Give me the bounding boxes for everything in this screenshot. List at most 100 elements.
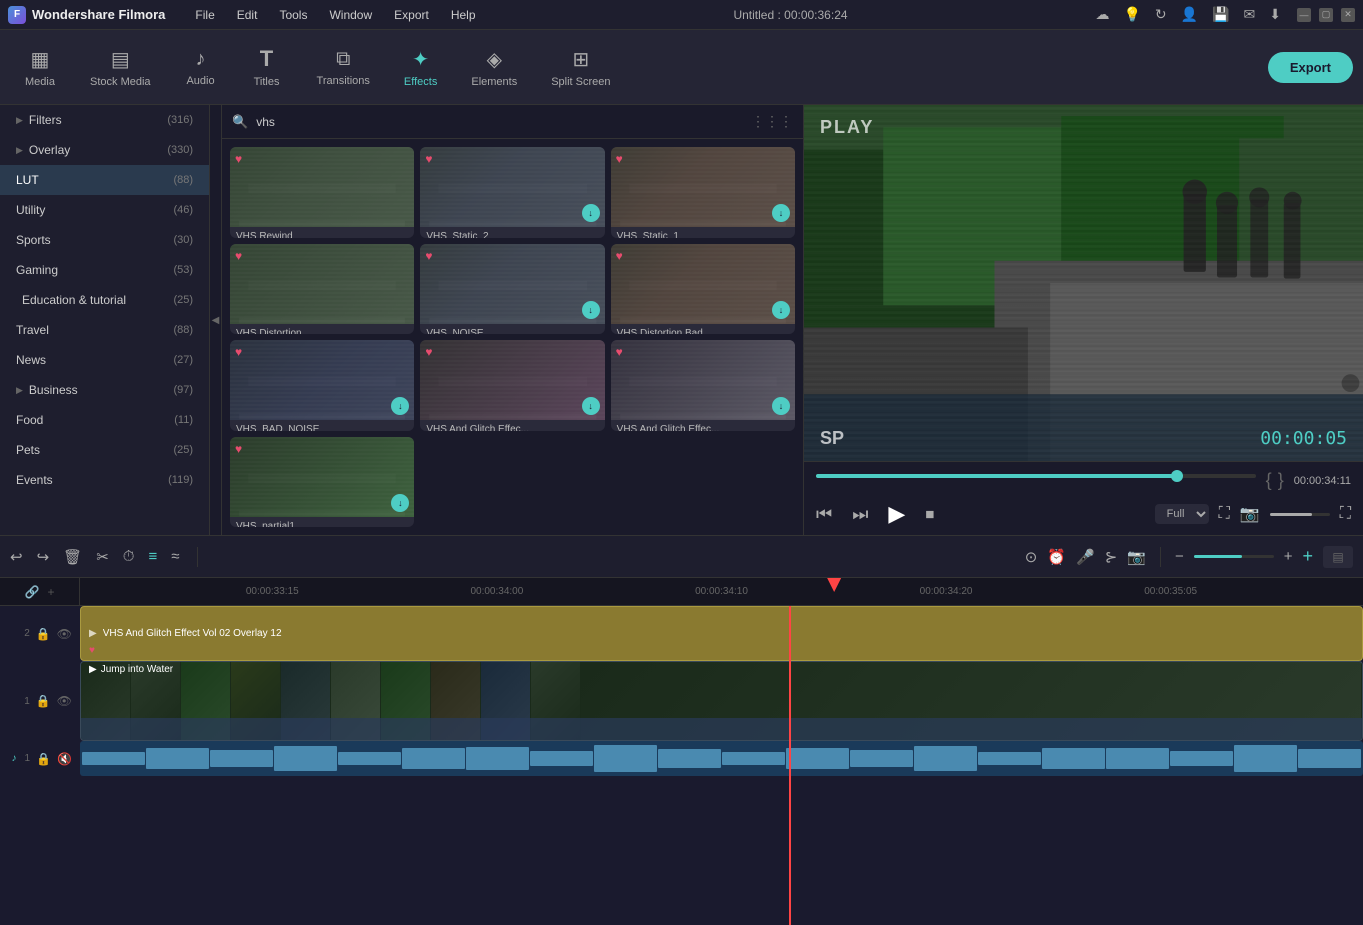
effect-vhs-glitch2[interactable]: ♥ ↓ VHS And Glitch Effec...	[611, 340, 795, 431]
overlay-clip[interactable]: ▶ VHS And Glitch Effect Vol 02 Overlay 1…	[80, 606, 1363, 661]
add-to-timeline-btn[interactable]: +	[47, 585, 54, 599]
maximize-button[interactable]: ▢	[1319, 8, 1333, 22]
link-tracks-btn[interactable]: 🔗	[25, 585, 40, 599]
add-track-button[interactable]: +	[1302, 546, 1313, 567]
download-icon-8[interactable]: ↓	[582, 397, 600, 415]
sidebar-item-events[interactable]: Events (119)	[0, 465, 209, 495]
minimize-button[interactable]: —	[1297, 8, 1311, 22]
download-icon[interactable]: ⬇	[1269, 6, 1281, 23]
effect-vhs-noise[interactable]: ♥ ↓ VHS_NOISE	[420, 244, 604, 335]
search-input[interactable]	[256, 115, 743, 129]
redo-button[interactable]: ↪	[37, 548, 50, 566]
download-icon-9[interactable]: ↓	[772, 397, 790, 415]
download-icon-5[interactable]: ↓	[582, 301, 600, 319]
sidebar-item-lut[interactable]: LUT (88)	[0, 165, 209, 195]
tool-transitions[interactable]: ⧉ Transitions	[303, 42, 384, 93]
download-icon-3[interactable]: ↓	[772, 204, 790, 222]
effect-vhs-static2[interactable]: ♥ ↓ VHS_Static_2	[420, 147, 604, 238]
sidebar-collapse-btn[interactable]: ◀	[210, 105, 222, 535]
zoom-slider[interactable]	[1194, 555, 1274, 558]
zoom-out-button[interactable]: −	[1175, 548, 1184, 565]
effect-vhs-glitch1[interactable]: ♥ ↓ VHS And Glitch Effec...	[420, 340, 604, 431]
sidebar-item-business[interactable]: ▶ Business (97)	[0, 375, 209, 405]
zoom-in-button[interactable]: +	[1284, 548, 1293, 565]
cut-button[interactable]: ✂	[96, 548, 109, 566]
tool-titles[interactable]: T Titles	[237, 40, 297, 94]
effect-vhs-static1[interactable]: ♥ ↓ VHS_Static_1	[611, 147, 795, 238]
sidebar-item-filters[interactable]: ▶ Filters (316)	[0, 105, 209, 135]
scene-detect-button[interactable]: ⊙	[1025, 548, 1038, 566]
track-1-lock[interactable]: 🔒	[36, 694, 51, 708]
sync-icon[interactable]: ↻	[1155, 6, 1167, 23]
marker-button[interactable]: ⊱	[1105, 548, 1118, 566]
download-icon-6[interactable]: ↓	[772, 301, 790, 319]
user-icon[interactable]: 👤	[1181, 6, 1198, 23]
sidebar-item-news[interactable]: News (27)	[0, 345, 209, 375]
tool-effects[interactable]: ✦ Effects	[390, 41, 451, 94]
audio-mute[interactable]: 🔇	[57, 752, 72, 766]
stop-button[interactable]: ⏹	[925, 504, 934, 525]
delete-button[interactable]: 🗑	[63, 548, 82, 566]
track-2-visibility[interactable]: 👁	[57, 627, 72, 641]
menu-tools[interactable]: Tools	[269, 4, 317, 26]
sidebar-item-gaming[interactable]: Gaming (53)	[0, 255, 209, 285]
effect-vhs-distortion-bad[interactable]: ♥ ↓ VHS Distortion Bad	[611, 244, 795, 335]
voice-button[interactable]: 🎤	[1076, 548, 1095, 566]
tool-elements[interactable]: ◈ Elements	[457, 41, 531, 94]
silence-detect-button[interactable]: ⏰	[1047, 548, 1066, 566]
audio-lock[interactable]: 🔒	[36, 752, 51, 766]
play-button[interactable]: ▶	[888, 501, 905, 527]
sidebar-item-utility[interactable]: Utility (46)	[0, 195, 209, 225]
close-button[interactable]: ✕	[1341, 8, 1355, 22]
bulb-icon[interactable]: 💡	[1123, 6, 1140, 23]
step-back-button[interactable]: ⏭	[852, 504, 868, 525]
tool-audio[interactable]: ♪ Audio	[171, 42, 231, 93]
menu-edit[interactable]: Edit	[227, 4, 268, 26]
in-point-icon[interactable]: {	[1266, 470, 1272, 491]
menu-file[interactable]: File	[185, 4, 224, 26]
tool-split-screen[interactable]: ⊞ Split Screen	[537, 41, 624, 94]
video-clip[interactable]: ▶ Jump into Water	[80, 661, 1363, 741]
tool-stock-media[interactable]: ▤ Stock Media	[76, 41, 165, 94]
cloud-icon[interactable]: ☁	[1095, 6, 1109, 23]
track-panel-btn[interactable]: ▤	[1323, 546, 1353, 568]
snapshot-icon[interactable]: 📷	[1240, 504, 1260, 524]
progress-bar[interactable]	[816, 474, 1256, 478]
menu-export[interactable]: Export	[384, 4, 439, 26]
gaming-count: (53)	[173, 264, 193, 276]
sidebar-item-overlay[interactable]: ▶ Overlay (330)	[0, 135, 209, 165]
duration-button[interactable]: ⏱	[123, 548, 135, 565]
camera-button[interactable]: 📷	[1127, 548, 1146, 566]
track-2-lock[interactable]: 🔒	[36, 627, 51, 641]
effect-vhs-bad-noise[interactable]: ♥ ↓ VHS_BAD_NOISE	[230, 340, 414, 431]
quality-select[interactable]: Full	[1155, 504, 1209, 524]
volume-slider[interactable]	[1270, 513, 1330, 516]
audio-adjust-button[interactable]: ≡	[148, 548, 157, 565]
rewind-button[interactable]: ⏮	[816, 504, 832, 525]
waveform-button[interactable]: ≈	[171, 548, 179, 565]
undo-button[interactable]: ↩	[10, 548, 23, 566]
menu-help[interactable]: Help	[441, 4, 486, 26]
progress-handle[interactable]	[1171, 470, 1183, 482]
effect-vhs-distortion[interactable]: ♥ VHS Distortion	[230, 244, 414, 335]
download-icon-10[interactable]: ↓	[391, 494, 409, 512]
sidebar-item-education[interactable]: Education & tutorial (25)	[0, 285, 209, 315]
tool-media[interactable]: ▦ Media	[10, 41, 70, 94]
effect-vhs-rewind[interactable]: ♥ VHS Rewind	[230, 147, 414, 238]
mail-icon[interactable]: ✉	[1244, 6, 1256, 23]
track-1-visibility[interactable]: 👁	[57, 694, 72, 708]
export-button[interactable]: Export	[1268, 52, 1353, 83]
save-icon[interactable]: 💾	[1212, 6, 1229, 23]
audio-clip[interactable]	[80, 741, 1363, 776]
grid-view-icon[interactable]: ⋮⋮⋮	[751, 113, 793, 130]
effect-vhs-partial1[interactable]: ♥ ↓ VHS_partial1	[230, 437, 414, 528]
sidebar-item-travel[interactable]: Travel (88)	[0, 315, 209, 345]
sidebar-item-pets[interactable]: Pets (25)	[0, 435, 209, 465]
download-icon-2[interactable]: ↓	[582, 204, 600, 222]
out-point-icon[interactable]: }	[1278, 470, 1284, 491]
menu-window[interactable]: Window	[319, 4, 382, 26]
fullscreen-icon[interactable]: ⛶	[1340, 505, 1351, 523]
sidebar-item-sports[interactable]: Sports (30)	[0, 225, 209, 255]
preview-expand-icon[interactable]: ⛶	[1219, 505, 1230, 523]
sidebar-item-food[interactable]: Food (11)	[0, 405, 209, 435]
